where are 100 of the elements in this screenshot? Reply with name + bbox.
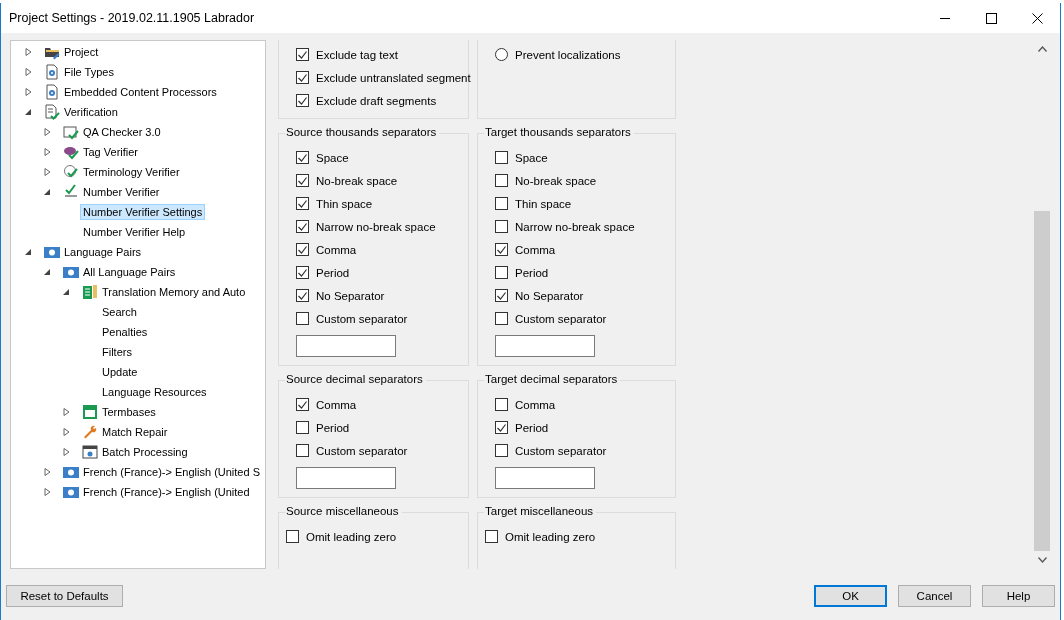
checkbox[interactable] <box>296 94 309 107</box>
separator-field[interactable] <box>296 335 396 357</box>
group-title: Target thousands separators <box>484 126 634 138</box>
scroll-thumb[interactable] <box>1034 211 1050 551</box>
tree-item[interactable]: Number Verifier <box>80 184 163 200</box>
checkbox-label: Custom separator <box>515 312 607 325</box>
tree-item[interactable]: Termbases <box>99 404 159 420</box>
tree-item[interactable]: Language Resources <box>99 384 210 400</box>
expand-toggle-icon[interactable] <box>44 488 51 496</box>
dialog-button[interactable]: Help <box>982 585 1055 607</box>
expand-toggle-icon[interactable] <box>44 148 51 156</box>
tree-item[interactable]: Tag Verifier <box>80 144 142 160</box>
checkbox[interactable] <box>296 289 309 302</box>
checkbox[interactable] <box>296 398 309 411</box>
expand-toggle-icon[interactable] <box>25 48 32 56</box>
checkbox[interactable] <box>296 444 309 457</box>
checkbox[interactable] <box>495 421 508 434</box>
collapse-toggle-icon[interactable] <box>25 248 32 256</box>
checkbox-label: Narrow no-break space <box>515 220 635 233</box>
checkbox[interactable] <box>495 289 508 302</box>
language-pair-icon <box>63 484 79 500</box>
expand-toggle-icon[interactable] <box>25 68 32 76</box>
checkbox[interactable] <box>296 197 309 210</box>
checkbox[interactable] <box>296 421 309 434</box>
tree-item[interactable]: Project <box>61 44 102 60</box>
tree-item[interactable]: Filters <box>99 344 135 360</box>
checkbox[interactable] <box>495 151 508 164</box>
separator-field[interactable] <box>296 467 396 489</box>
checkbox[interactable] <box>296 312 309 325</box>
checked-circle-icon <box>63 164 79 180</box>
checkbox-label: No-break space <box>515 174 597 187</box>
collapse-toggle-icon[interactable] <box>63 288 70 296</box>
checkbox-label: No Separator <box>316 289 385 302</box>
collapse-toggle-icon[interactable] <box>44 188 51 196</box>
tree-item[interactable]: Search <box>99 304 140 320</box>
checkbox[interactable] <box>495 444 508 457</box>
checkbox-label: Custom separator <box>515 444 607 457</box>
checkbox-label: Narrow no-break space <box>316 220 436 233</box>
tree-item[interactable]: Terminology Verifier <box>80 164 183 180</box>
tree-item[interactable]: File Types <box>61 64 117 80</box>
checkbox[interactable] <box>495 398 508 411</box>
close-icon <box>1031 12 1043 24</box>
tree-item[interactable]: Batch Processing <box>99 444 191 460</box>
language-pair-icon <box>63 264 79 280</box>
checkbox[interactable] <box>296 174 309 187</box>
checkbox[interactable] <box>296 220 309 233</box>
expand-toggle-icon[interactable] <box>44 168 51 176</box>
checkbox[interactable] <box>485 530 498 543</box>
tree-item[interactable]: QA Checker 3.0 <box>80 124 164 140</box>
checkbox-label: Period <box>515 266 549 279</box>
checkbox-label: Custom separator <box>316 444 408 457</box>
radio-button[interactable] <box>495 48 508 61</box>
tree-item[interactable]: Penalties <box>99 324 151 340</box>
separator-field[interactable] <box>495 335 595 357</box>
checkbox[interactable] <box>296 71 309 84</box>
checkbox[interactable] <box>296 243 309 256</box>
tree-item[interactable]: Verification <box>61 104 121 120</box>
reset-button[interactable]: Reset to Defaults <box>6 585 123 607</box>
checkbox[interactable] <box>296 151 309 164</box>
tree-item[interactable]: Update <box>99 364 141 380</box>
dialog-button[interactable]: OK <box>814 585 887 607</box>
checked-document-icon <box>44 104 60 120</box>
expand-toggle-icon[interactable] <box>63 428 70 436</box>
checkbox-label: Custom separator <box>316 312 408 325</box>
gear-document-icon <box>44 64 60 80</box>
dialog-button[interactable]: Cancel <box>898 585 971 607</box>
checkbox[interactable] <box>286 530 299 543</box>
language-pair-icon <box>44 244 60 260</box>
tree-item[interactable]: All Language Pairs <box>80 264 179 280</box>
checkbox-label: Space <box>515 151 548 164</box>
collapse-toggle-icon[interactable] <box>44 268 51 276</box>
checkbox[interactable] <box>495 220 508 233</box>
checkbox[interactable] <box>296 48 309 61</box>
checkbox-label: Omit leading zero <box>306 530 397 543</box>
tree-item[interactable]: Number Verifier Settings <box>80 204 206 220</box>
tree-item[interactable]: Language Pairs <box>61 244 145 260</box>
checkbox[interactable] <box>495 243 508 256</box>
expand-toggle-icon[interactable] <box>44 468 51 476</box>
checkbox[interactable] <box>495 312 508 325</box>
checkbox-label: Period <box>316 266 350 279</box>
checkbox-label: No-break space <box>316 174 398 187</box>
termbase-icon <box>82 404 98 420</box>
tree-item[interactable]: French (France)-> English (United <box>80 484 253 500</box>
expand-toggle-icon[interactable] <box>44 128 51 136</box>
checkbox[interactable] <box>495 266 508 279</box>
tree-item[interactable]: French (France)-> English (United S <box>80 464 263 480</box>
separator-field[interactable] <box>495 467 595 489</box>
collapse-toggle-icon[interactable] <box>25 108 32 116</box>
expand-toggle-icon[interactable] <box>25 88 32 96</box>
tree-item[interactable]: Match Repair <box>99 424 171 440</box>
expand-toggle-icon[interactable] <box>63 408 70 416</box>
tree-item[interactable]: Number Verifier Help <box>80 224 189 240</box>
expand-toggle-icon[interactable] <box>63 448 70 456</box>
tree-item[interactable]: Embedded Content Processors <box>61 84 220 100</box>
checkbox[interactable] <box>296 266 309 279</box>
checkbox[interactable] <box>495 174 508 187</box>
radio-label: Prevent localizations <box>515 48 621 61</box>
checkbox[interactable] <box>495 197 508 210</box>
tree-item[interactable]: Translation Memory and Auto <box>99 284 249 300</box>
checked-number-icon <box>63 184 79 200</box>
